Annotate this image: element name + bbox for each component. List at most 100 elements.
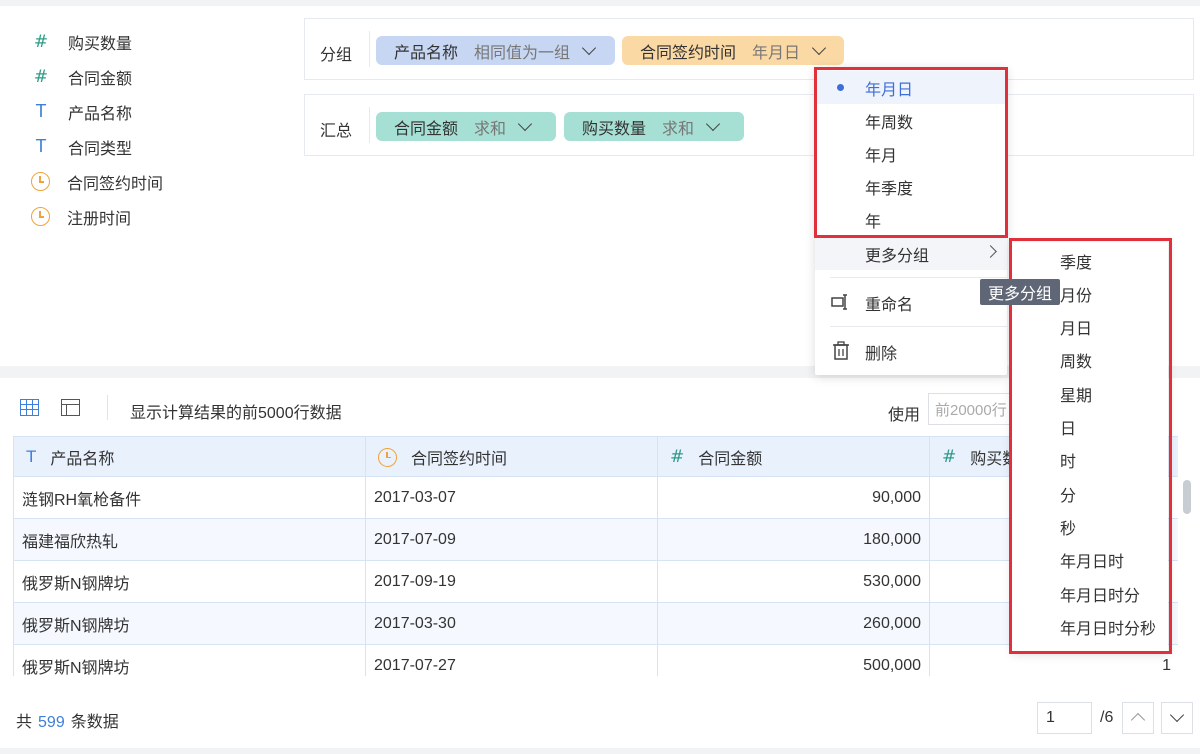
row-limit-input[interactable] [928,393,1018,425]
row-count: 共 599 条数据 [16,708,119,732]
group-config-box: 分组 产品名称 相同值为一组 合同签约时间 年月日 [304,18,1194,80]
field-label: 产品名称 [68,105,133,123]
group-tag-product-name[interactable]: 产品名称 相同值为一组 [376,36,615,65]
divider [369,31,370,67]
summary-config-box: 汇总 合同金额 求和 购买数量 求和 [304,94,1194,156]
result-info-text: 显示计算结果的前5000行数据 [130,405,342,422]
page-number-input[interactable] [1037,702,1092,734]
menu-divider [830,326,1007,327]
clock-icon [31,207,50,226]
cell-product: 俄罗斯N钢牌坊 [14,645,366,676]
column-label: 合同签约时间 [411,451,508,468]
column-label: 产品名称 [50,451,115,468]
bottom-divider [0,748,1200,754]
field-item-contract-type[interactable]: T 合同类型 [30,129,280,164]
cell-amount: 530,000 [658,561,930,602]
clock-icon [378,447,397,467]
table-scrollbar[interactable] [1183,480,1191,514]
menu-item-label: 重命名 [865,296,914,314]
summary-tag-contract-amount[interactable]: 合同金额 求和 [376,112,556,141]
chevron-down-icon[interactable] [705,116,721,131]
field-label: 购买数量 [68,35,133,53]
use-label: 使用 [888,407,921,424]
menu-divider [830,277,1007,278]
text-type-icon: T [35,136,47,156]
number-type-icon: # [942,447,957,467]
field-item-purchase-qty[interactable]: # 购买数量 [30,24,280,59]
table-view-icon[interactable] [20,399,39,416]
field-list: # 购买数量 # 合同金额 T 产品名称 T 合同类型 合同签约时间 注册时间 [30,24,280,234]
number-type-icon: # [670,447,685,467]
field-item-contract-sign-time[interactable]: 合同签约时间 [30,164,280,199]
menu-item-label: 更多分组 [865,247,930,265]
cell-product: 俄罗斯N钢牌坊 [14,561,366,602]
tag-name: 购买数量 [582,120,647,138]
field-item-product-name[interactable]: T 产品名称 [30,94,280,129]
chevron-up-icon [1130,712,1146,728]
tag-method: 求和 [662,120,695,138]
data-table: T 产品名称 合同签约时间 # 合同金额 # 购买数量 涟钢RH氧枪备件 201… [13,436,1178,676]
count-prefix: 共 [16,714,33,731]
count-value: 599 [38,714,65,731]
menu-item-label: 删除 [865,345,898,363]
cell-date: 2017-07-27 [366,645,658,676]
menu-item-more-groups[interactable]: 更多分组 [815,237,1007,270]
tag-name: 产品名称 [394,44,459,62]
tag-name: 合同金额 [394,120,459,138]
prev-page-button[interactable] [1122,702,1154,734]
chevron-down-icon [1169,707,1185,723]
rename-icon [831,294,847,310]
menu-item-delete[interactable]: 删除 [815,335,1007,368]
column-label: 合同金额 [698,451,763,468]
next-page-button[interactable] [1161,702,1193,734]
summary-tag-purchase-qty[interactable]: 购买数量 求和 [564,112,744,141]
top-divider [0,0,1200,6]
table-header: T 产品名称 合同签约时间 # 合同金额 # 购买数量 [14,436,1178,477]
table-row[interactable]: 涟钢RH氧枪备件 2017-03-07 90,000 [14,477,1178,519]
number-type-icon: # [33,31,49,52]
more-groups-tooltip: 更多分组 [980,279,1061,305]
chevron-down-icon[interactable] [581,40,597,55]
table-row[interactable]: 俄罗斯N钢牌坊 2017-09-19 530,000 [14,561,1178,603]
group-label: 分组 [320,47,353,64]
divider [369,107,370,143]
tag-method: 求和 [474,120,507,138]
column-header-product-name[interactable]: T 产品名称 [14,437,366,477]
column-header-contract-sign-time[interactable]: 合同签约时间 [366,437,658,477]
layout-view-icon[interactable] [61,399,80,416]
cell-amount: 90,000 [658,477,930,518]
field-label: 合同签约时间 [67,175,164,193]
clock-icon [31,172,50,191]
chevron-down-icon[interactable] [517,116,533,131]
text-type-icon: T [35,101,47,121]
cell-product: 涟钢RH氧枪备件 [14,477,366,518]
count-suffix: 条数据 [70,714,119,731]
summary-label: 汇总 [320,123,353,140]
table-row[interactable]: 俄罗斯N钢牌坊 2017-03-30 260,000 [14,603,1178,645]
table-row[interactable]: 福建福欣热轧 2017-07-09 180,000 [14,519,1178,561]
highlight-box [814,67,1008,238]
table-row[interactable]: 俄罗斯N钢牌坊 2017-07-27 500,000 1 [14,645,1178,676]
cell-product: 俄罗斯N钢牌坊 [14,603,366,644]
column-header-contract-amount[interactable]: # 合同金额 [658,437,930,477]
chevron-down-icon[interactable] [811,40,827,55]
field-item-register-time[interactable]: 注册时间 [30,199,280,234]
cell-date: 2017-07-09 [366,519,658,560]
cell-date: 2017-03-30 [366,603,658,644]
trash-icon [833,341,849,360]
tag-method: 年月日 [752,44,801,62]
cell-date: 2017-09-19 [366,561,658,602]
page-total: /6 [1100,709,1114,726]
field-label: 合同金额 [68,70,133,88]
menu-item-rename[interactable]: 重命名 [815,286,1007,319]
text-type-icon: T [26,447,37,466]
tag-method: 相同值为一组 [474,44,571,62]
field-label: 注册时间 [67,210,132,228]
cell-amount: 260,000 [658,603,930,644]
group-tag-contract-sign-time[interactable]: 合同签约时间 年月日 [622,36,844,65]
cell-date: 2017-03-07 [366,477,658,518]
field-label: 合同类型 [68,140,133,158]
number-type-icon: # [33,66,49,87]
chevron-right-icon [984,245,997,258]
field-item-contract-amount[interactable]: # 合同金额 [30,59,280,94]
